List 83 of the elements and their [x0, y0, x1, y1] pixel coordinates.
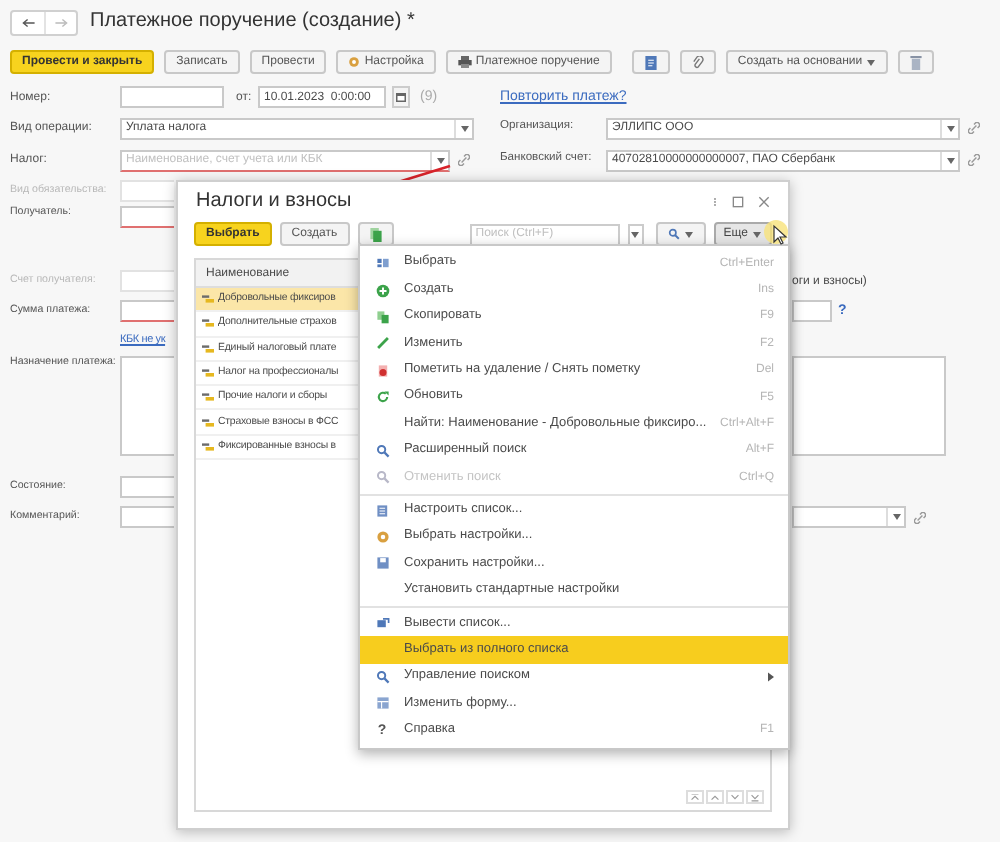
row-icon [202, 318, 214, 329]
dropdown-button[interactable] [940, 151, 958, 169]
row-icon [202, 368, 214, 379]
gear-icon [375, 530, 389, 545]
text-area[interactable] [792, 356, 946, 456]
printer-icon [457, 56, 472, 68]
link-icon [458, 154, 470, 166]
icon-button[interactable] [679, 50, 716, 74]
caret-icon [459, 125, 469, 131]
refresh-icon [375, 390, 389, 405]
maximize-button[interactable] [732, 195, 744, 207]
form-icon [375, 696, 389, 711]
delete-mark-icon [375, 363, 389, 378]
submenu-arrow-icon [768, 672, 774, 683]
caret-icon [945, 157, 955, 163]
up-icon [710, 793, 720, 801]
dialog-title: Налоги и взносы [196, 191, 352, 211]
first-icon [690, 793, 700, 801]
row-icon [202, 294, 214, 305]
gear-icon [348, 56, 361, 68]
list-icon [375, 256, 389, 271]
input-field[interactable] [120, 206, 174, 228]
copy-icon [369, 227, 382, 241]
arrow-left-icon [21, 17, 35, 27]
search-button[interactable] [655, 222, 706, 246]
export-icon [375, 616, 389, 631]
plus-icon [375, 283, 389, 298]
open-button[interactable] [454, 149, 474, 171]
dropdown-button[interactable] [454, 119, 472, 137]
caret-icon [683, 231, 694, 237]
dropdown-button[interactable] [940, 119, 958, 137]
text-area[interactable] [120, 356, 174, 456]
input-field[interactable] [120, 476, 174, 498]
open-button[interactable] [964, 117, 984, 139]
document-icon [643, 55, 658, 69]
pencil-icon [375, 336, 389, 351]
link-icon [914, 511, 926, 523]
row-icon [202, 392, 214, 403]
close-icon [758, 195, 770, 207]
calendar-icon [396, 92, 406, 102]
dropdown-button[interactable] [886, 508, 904, 526]
nav-button[interactable] [706, 790, 724, 804]
row-icon [202, 343, 214, 354]
link-icon [968, 122, 980, 134]
maximize-icon [732, 195, 744, 207]
trash-icon [910, 55, 923, 69]
list-settings-icon [375, 503, 389, 518]
nav-button[interactable] [726, 790, 744, 804]
caret-icon [866, 59, 877, 65]
caret-icon [891, 514, 901, 520]
search-cancel-icon [375, 470, 389, 485]
last-icon [750, 793, 760, 801]
dropdown-button[interactable] [430, 151, 448, 169]
arrow-right-icon [54, 17, 68, 27]
calendar-button[interactable] [392, 86, 410, 108]
nav-button[interactable] [746, 790, 764, 804]
comment-field[interactable] [792, 506, 906, 528]
copy-icon [375, 309, 389, 324]
caret-icon [945, 125, 955, 131]
icon-button[interactable] [631, 50, 670, 74]
save-icon [375, 556, 389, 571]
close-button[interactable] [758, 195, 770, 207]
input-field[interactable] [120, 300, 174, 322]
paperclip-icon [691, 55, 704, 69]
number-field[interactable] [120, 86, 224, 108]
open-button[interactable] [964, 149, 984, 171]
caret-icon [630, 231, 641, 237]
row-icon [202, 441, 214, 452]
input-field[interactable] [120, 506, 174, 528]
icon-button[interactable] [357, 222, 394, 246]
search-icon [375, 670, 389, 685]
open-button[interactable] [910, 506, 930, 528]
row-icon [202, 417, 214, 428]
caret-icon [435, 157, 445, 163]
search-icon [375, 443, 389, 458]
caret-icon [752, 231, 762, 237]
nav-button[interactable] [686, 790, 704, 804]
icon-button[interactable] [898, 50, 935, 74]
window-title: Платежное поручение (создание) * [90, 12, 415, 32]
input-field[interactable] [792, 300, 832, 322]
search-icon [667, 228, 680, 240]
down-icon [730, 793, 740, 801]
link-icon [968, 154, 980, 166]
